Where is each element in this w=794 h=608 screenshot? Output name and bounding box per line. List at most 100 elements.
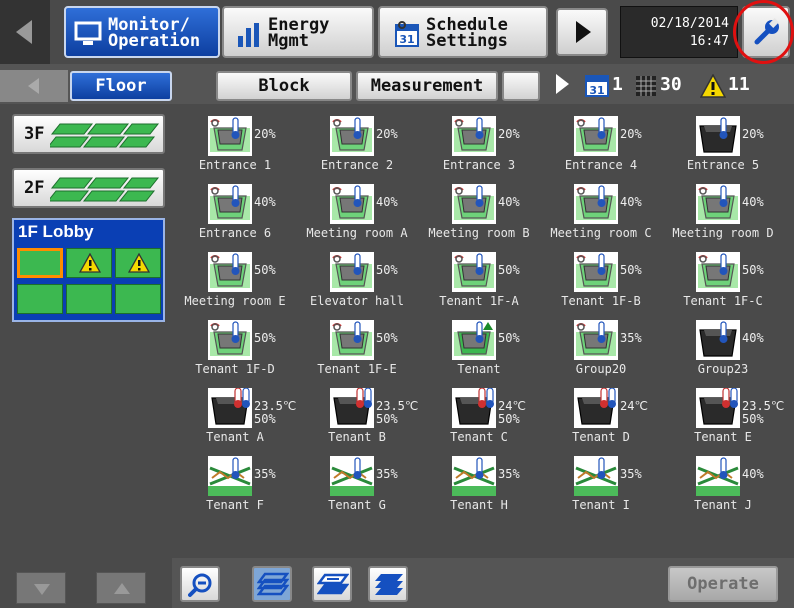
operate-button[interactable]: Operate (668, 566, 778, 602)
tab-empty[interactable] (502, 71, 540, 101)
unit-item[interactable]: 20% Entrance 4 (540, 110, 662, 178)
maintenance-button[interactable] (742, 6, 790, 58)
indoor-unit-icon (696, 116, 740, 156)
unit-item[interactable]: 50% Tenant 1F-C (662, 246, 784, 314)
ventilation-unit-icon (208, 320, 252, 360)
unit-item[interactable]: 35% Tenant F (174, 450, 296, 518)
unit-item[interactable]: 20% Entrance 2 (296, 110, 418, 178)
unit-item[interactable]: 23.5℃ 50% Tenant B (296, 382, 418, 450)
tab-measurement[interactable]: Measurement (356, 71, 498, 101)
unit-value: 50% (376, 263, 398, 277)
unit-item[interactable]: 35% Tenant G (296, 450, 418, 518)
ventilation-unit-icon (696, 252, 740, 292)
unit-value: 35% (376, 467, 398, 481)
unit-value: 24℃ 50% (498, 399, 526, 426)
unit-value: 50% (254, 263, 276, 277)
heat-exchanger-icon (208, 456, 252, 496)
tab-floor[interactable]: Floor (70, 71, 172, 101)
calendar-icon: 31 (395, 21, 419, 47)
unit-item[interactable]: 24℃ Tenant D (540, 382, 662, 450)
zoom-out-button[interactable] (180, 566, 220, 602)
unit-name: Tenant 1F-B (561, 294, 641, 308)
unit-value: 20% (620, 127, 642, 141)
unit-item[interactable]: 40% Meeting room C (540, 178, 662, 246)
heat-exchanger-icon (696, 456, 740, 496)
unit-item[interactable]: 40% Meeting room B (418, 178, 540, 246)
lobby-block-cell[interactable] (66, 248, 112, 278)
unit-item[interactable]: 23.5℃ 50% Tenant E (662, 382, 784, 450)
unit-item[interactable]: 20% Entrance 5 (662, 110, 784, 178)
svg-text:31: 31 (589, 84, 604, 97)
scroll-down-button[interactable] (16, 572, 66, 604)
unit-name: Meeting room C (550, 226, 652, 240)
tab-label: Schedule Settings (426, 15, 508, 51)
unit-item[interactable]: 50% Tenant 1F-E (296, 314, 418, 382)
floor-3f-button[interactable]: 3F (12, 114, 165, 154)
unit-count: 30 (660, 74, 682, 95)
unit-name: Entrance 2 (320, 158, 394, 172)
lobby-block-cell[interactable] (115, 248, 161, 278)
unit-item[interactable]: 40% Group23 (662, 314, 784, 382)
unit-name: Entrance 1 (198, 158, 272, 172)
zoom-out-icon (188, 573, 212, 597)
unit-value: 20% (498, 127, 520, 141)
floor-label: 1F Lobby (18, 222, 94, 241)
indoor-unit-icon (696, 388, 740, 428)
unit-item[interactable]: 23.5℃ 50% Tenant A (174, 382, 296, 450)
floor-2f-button[interactable]: 2F (12, 168, 165, 208)
unit-value: 35% (498, 467, 520, 481)
ventilation-unit-icon (330, 320, 374, 360)
scroll-left-button[interactable] (0, 0, 50, 64)
indoor-unit-icon (330, 388, 374, 428)
bottom-toolbar: Operate (172, 558, 794, 608)
unit-item[interactable]: 35% Group20 (540, 314, 662, 382)
arrow-right-icon[interactable] (556, 74, 569, 94)
unit-value: 24℃ (620, 399, 648, 413)
layout-view-3-button[interactable] (368, 566, 408, 602)
lobby-block-cell[interactable] (17, 248, 63, 278)
unit-item[interactable]: 40% Tenant J (662, 450, 784, 518)
unit-item[interactable]: 50% Tenant 1F-A (418, 246, 540, 314)
scroll-right-button[interactable] (556, 0, 608, 64)
unit-item[interactable]: 50% Tenant (418, 314, 540, 382)
unit-item[interactable]: 40% Entrance 6 (174, 178, 296, 246)
floor-1f-lobby-button[interactable]: 1F Lobby (12, 218, 165, 322)
unit-value: 50% (254, 331, 276, 345)
lobby-block-cell[interactable] (115, 284, 161, 314)
scroll-up-button[interactable] (96, 572, 146, 604)
tabs-scroll-left-button[interactable] (0, 70, 68, 102)
tab-block[interactable]: Block (216, 71, 352, 101)
datetime-display: 02/18/2014 16:47 (620, 6, 738, 58)
layout-view-1-button[interactable] (252, 566, 292, 602)
monitor-icon (74, 21, 102, 45)
unit-item[interactable]: 35% Tenant I (540, 450, 662, 518)
calendar-icon: 31 (585, 75, 609, 97)
unit-value: 50% (742, 263, 764, 277)
tab-energy-mgmt[interactable]: Energy Mgmt (222, 6, 374, 58)
unit-item[interactable]: 20% Entrance 1 (174, 110, 296, 178)
unit-item[interactable]: 50% Elevator hall (296, 246, 418, 314)
unit-value: 23.5℃ 50% (254, 399, 297, 426)
lobby-block-cell[interactable] (66, 284, 112, 314)
arrow-up-icon (114, 583, 130, 594)
unit-item[interactable]: 35% Tenant H (418, 450, 540, 518)
unit-item[interactable]: 40% Meeting room A (296, 178, 418, 246)
unit-item[interactable]: 50% Meeting room E (174, 246, 296, 314)
tab-monitor-operation[interactable]: Monitor/ Operation (64, 6, 220, 58)
unit-item[interactable]: 50% Tenant 1F-D (174, 314, 296, 382)
unit-name: Entrance 5 (686, 158, 760, 172)
lobby-block-cell[interactable] (17, 284, 63, 314)
indoor-unit-icon (452, 388, 496, 428)
unit-name: Tenant 1F-C (683, 294, 763, 308)
warning-icon (79, 253, 101, 273)
unit-item[interactable]: 24℃ 50% Tenant C (418, 382, 540, 450)
unit-item[interactable]: 50% Tenant 1F-B (540, 246, 662, 314)
unit-item[interactable]: 40% Meeting room D (662, 178, 784, 246)
tab-schedule-settings[interactable]: 31 Schedule Settings (378, 6, 548, 58)
unit-name: Group20 (575, 362, 627, 376)
ventilation-unit-icon (574, 320, 618, 360)
unit-item[interactable]: 20% Entrance 3 (418, 110, 540, 178)
layout-view-2-button[interactable] (312, 566, 352, 602)
ventilation-unit-icon (330, 252, 374, 292)
unit-value: 40% (620, 195, 642, 209)
